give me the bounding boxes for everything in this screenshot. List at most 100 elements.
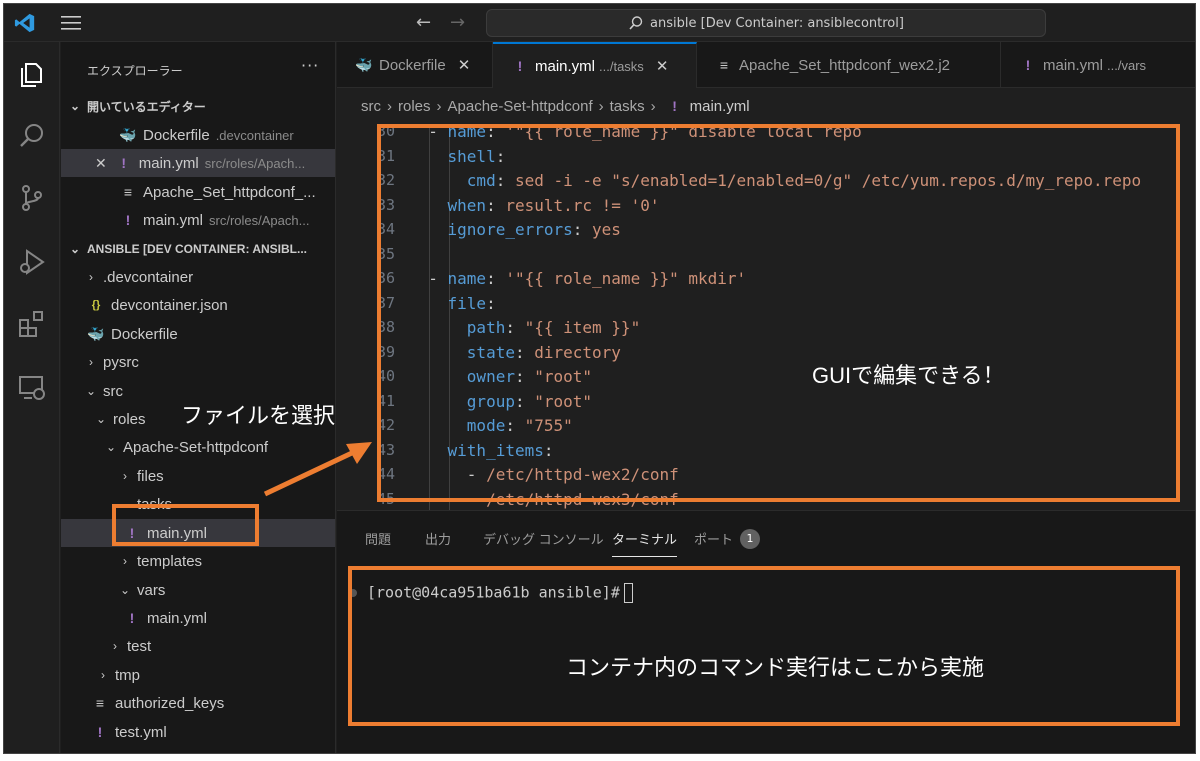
breadcrumb-item[interactable]: roles <box>398 98 431 115</box>
yaml-file-icon: ! <box>97 724 103 740</box>
close-icon[interactable]: ✕ <box>458 56 471 74</box>
breadcrumb-item[interactable]: main.yml <box>690 98 750 115</box>
explorer-icon[interactable] <box>16 58 48 90</box>
arrow-right-icon[interactable]: → <box>450 12 465 33</box>
tab-terminal[interactable]: ターミナル <box>612 529 678 557</box>
breadcrumb-item[interactable]: Apache-Set-httpdconf <box>448 98 593 115</box>
search-icon <box>629 16 643 30</box>
tree-folder[interactable]: › tmp <box>61 661 335 689</box>
folder-name: vars <box>137 581 166 599</box>
tree-folder[interactable]: › files <box>61 462 335 490</box>
tab-label: main.yml <box>1043 56 1104 74</box>
open-editors-title: 開いているエディター <box>87 99 206 114</box>
open-editor-item[interactable]: ✕ ! main.yml src/roles/Apach... <box>61 149 335 177</box>
tab-dockerfile[interactable]: 🐳 Dockerfile ✕ <box>337 42 493 88</box>
editor-note: GUIで編集できる！ <box>812 363 1005 388</box>
chevron-down-icon: ⌄ <box>85 384 97 398</box>
tab-apache-j2[interactable]: ≡ Apache_Set_httpdconf_wex2.j2 <box>697 42 1001 88</box>
file-path: src/roles/Apach... <box>209 212 310 228</box>
yaml-file-icon: ! <box>125 212 131 228</box>
file-name: authorized_keys <box>115 694 225 712</box>
editor-tab-bar: 🐳 Dockerfile ✕ ! main.yml .../tasks ✕ ≡ … <box>337 42 1195 88</box>
extensions-icon[interactable] <box>16 308 48 340</box>
chevron-down-icon: ⌄ <box>69 99 81 113</box>
tree-file[interactable]: ≡ authorized_keys <box>61 689 335 717</box>
chevron-down-icon: ⌄ <box>95 412 107 426</box>
file-name: Apache_Set_httpdconf_... <box>143 183 316 201</box>
hamburger-menu-icon[interactable] <box>60 14 82 32</box>
folder-name: roles <box>113 410 146 428</box>
terminal-highlight-box <box>348 566 1180 726</box>
file-name: main.yml <box>147 609 208 627</box>
tree-file[interactable]: {} devcontainer.json <box>61 291 335 319</box>
tree-file[interactable]: 🐳 Dockerfile <box>61 320 335 348</box>
file-name: Dockerfile <box>143 126 210 144</box>
title-bar: ← → ansible [Dev Container: ansiblecontr… <box>4 4 1195 42</box>
tab-main-yml-vars[interactable]: ! main.yml .../vars <box>1001 42 1195 88</box>
chevron-down-icon: ⌄ <box>119 583 131 597</box>
vscode-logo-icon <box>14 13 35 33</box>
tab-output[interactable]: 出力 <box>425 529 451 548</box>
open-editor-item[interactable]: 🐳 Dockerfile .devcontainer <box>61 121 335 149</box>
file-name: Dockerfile <box>111 325 178 343</box>
yaml-file-icon: ! <box>129 610 135 626</box>
open-editor-item[interactable]: ≡ Apache_Set_httpdconf_... <box>61 178 335 206</box>
file-path: src/roles/Apach... <box>204 155 306 171</box>
search-icon[interactable] <box>16 120 48 152</box>
tab-label: main.yml <box>535 57 596 75</box>
workspace-section[interactable]: ⌄ ANSIBLE [DEV CONTAINER: ANSIBL... <box>61 235 335 263</box>
explorer-title: エクスプローラー <box>87 64 183 78</box>
terminal-note: コンテナ内のコマンド実行はここから実施 <box>566 655 985 680</box>
json-file-icon: {} <box>91 299 101 311</box>
docker-icon: 🐳 <box>119 126 137 143</box>
chevron-down-icon: ⌄ <box>69 242 81 256</box>
breadcrumb-item[interactable]: src <box>361 98 381 115</box>
tab-label: Dockerfile <box>379 56 446 74</box>
tree-file[interactable]: ! test.yml <box>61 718 335 746</box>
remote-explorer-icon[interactable] <box>16 372 48 404</box>
tree-folder[interactable]: › templates <box>61 547 335 575</box>
editor-highlight-box <box>377 124 1180 502</box>
open-editors-section[interactable]: ⌄ 開いているエディター <box>61 92 335 120</box>
arrow-left-icon[interactable]: ← <box>416 12 431 33</box>
tree-file[interactable]: ! main.yml <box>61 604 335 632</box>
file-name: main.yml <box>138 154 199 172</box>
tab-ports[interactable]: ポート <box>694 529 733 548</box>
docker-icon: 🐳 <box>87 325 105 342</box>
tab-debug-console[interactable]: デバッグ コンソール <box>483 529 604 548</box>
more-actions-icon[interactable]: ··· <box>301 56 319 75</box>
text-file-icon: ≡ <box>719 57 729 73</box>
tab-label: Apache_Set_httpdconf_wex2.j2 <box>739 56 950 74</box>
close-icon[interactable]: ✕ <box>656 57 669 75</box>
close-icon[interactable]: ✕ <box>95 155 107 172</box>
chevron-down-icon: ⌄ <box>105 440 117 454</box>
folder-name: Apache-Set-httpdconf <box>123 438 269 456</box>
tree-folder[interactable]: ⌄ Apache-Set-httpdconf <box>61 433 335 461</box>
tree-folder[interactable]: › pysrc <box>61 348 335 376</box>
yaml-file-icon: ! <box>121 155 127 171</box>
chevron-right-icon: › <box>113 639 117 653</box>
tree-folder[interactable]: › .devcontainer <box>61 263 335 291</box>
folder-name: src <box>103 382 123 400</box>
tab-problems[interactable]: 問題 <box>365 529 391 548</box>
open-editor-item[interactable]: ! main.yml src/roles/Apach... <box>61 206 335 234</box>
file-note: ファイルを選択 <box>181 403 336 428</box>
chevron-right-icon: › <box>89 270 93 284</box>
tree-folder[interactable]: › test <box>61 632 335 660</box>
breadcrumb-item[interactable]: tasks <box>610 98 645 115</box>
text-file-icon: ≡ <box>123 184 133 200</box>
folder-name: tmp <box>115 666 141 684</box>
folder-name: test <box>127 637 152 655</box>
file-highlight-box <box>112 504 259 546</box>
source-control-icon[interactable] <box>16 182 48 214</box>
chevron-right-icon: › <box>123 469 127 483</box>
tree-folder[interactable]: ⌄ vars <box>61 576 335 604</box>
run-debug-icon[interactable] <box>16 246 48 278</box>
command-center[interactable]: ansible [Dev Container: ansiblecontrol] <box>486 9 1046 37</box>
folder-name: files <box>137 467 164 485</box>
file-name: devcontainer.json <box>111 296 228 314</box>
file-name: test.yml <box>115 723 167 741</box>
tab-main-yml-tasks[interactable]: ! main.yml .../tasks ✕ <box>493 42 697 88</box>
file-name: main.yml <box>143 211 204 229</box>
activity-bar <box>4 42 60 753</box>
